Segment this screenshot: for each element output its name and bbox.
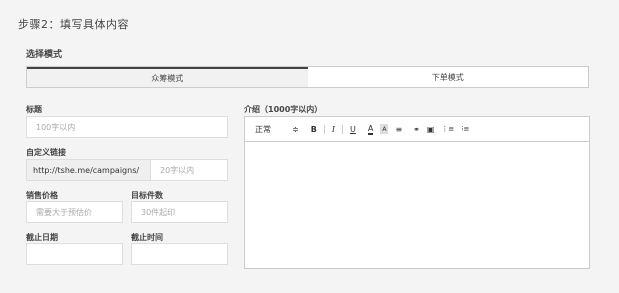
end-time-input[interactable] (131, 243, 228, 265)
step-title: 步骤2：填写具体内容 (18, 18, 129, 31)
italic-button[interactable]: I (332, 122, 335, 136)
target-input[interactable]: 30件起印 (131, 201, 228, 223)
font-color-button[interactable]: A (367, 123, 374, 135)
bullet-list-icon[interactable]: ⁝≡ (461, 122, 469, 136)
end-date-input[interactable] (26, 243, 123, 265)
editor-toolbar: 正常 ≑ B I U A A ≡ ⚭ ▣ ⋮≡ ⁝≡ (245, 117, 589, 142)
target-label: 目标件数 (131, 191, 163, 200)
price-label: 销售价格 (26, 191, 58, 200)
intro-label: 介绍（1000字以内） (244, 105, 323, 114)
title-input[interactable]: 100字以内 (26, 116, 228, 138)
end-date-label: 截止日期 (26, 233, 58, 242)
custom-link-label: 自定义链接 (26, 148, 66, 157)
format-select-arrow-icon[interactable]: ≑ (292, 122, 299, 136)
editor-content-area[interactable] (245, 142, 589, 270)
link-icon[interactable]: ⚭ (413, 122, 420, 136)
custom-link-input[interactable]: 20字以内 (150, 159, 228, 181)
mode-label: 选择模式 (26, 50, 63, 60)
price-input[interactable]: 需要大于预估价 (26, 201, 123, 223)
toolbar-divider (341, 124, 343, 134)
tab-crowdfunding[interactable]: 众筹模式 (27, 67, 308, 87)
end-time-label: 截止时间 (131, 233, 163, 242)
image-icon[interactable]: ▣ (427, 122, 435, 136)
link-prefix: http://tshe.me/campaigns/ (26, 159, 150, 181)
mode-tabs: 众筹模式 下单模式 (26, 66, 589, 88)
tab-order[interactable]: 下单模式 (308, 67, 589, 87)
bold-button[interactable]: B (311, 122, 317, 136)
title-label: 标题 (26, 105, 42, 114)
background-color-button[interactable]: A (380, 124, 389, 134)
underline-button[interactable]: U (350, 122, 356, 136)
format-select[interactable]: 正常 (255, 122, 285, 136)
align-button[interactable]: ≡ (395, 122, 402, 136)
toolbar-divider (323, 124, 325, 134)
intro-editor: 正常 ≑ B I U A A ≡ ⚭ ▣ ⋮≡ ⁝≡ (244, 116, 590, 269)
ordered-list-icon[interactable]: ⋮≡ (441, 122, 454, 136)
